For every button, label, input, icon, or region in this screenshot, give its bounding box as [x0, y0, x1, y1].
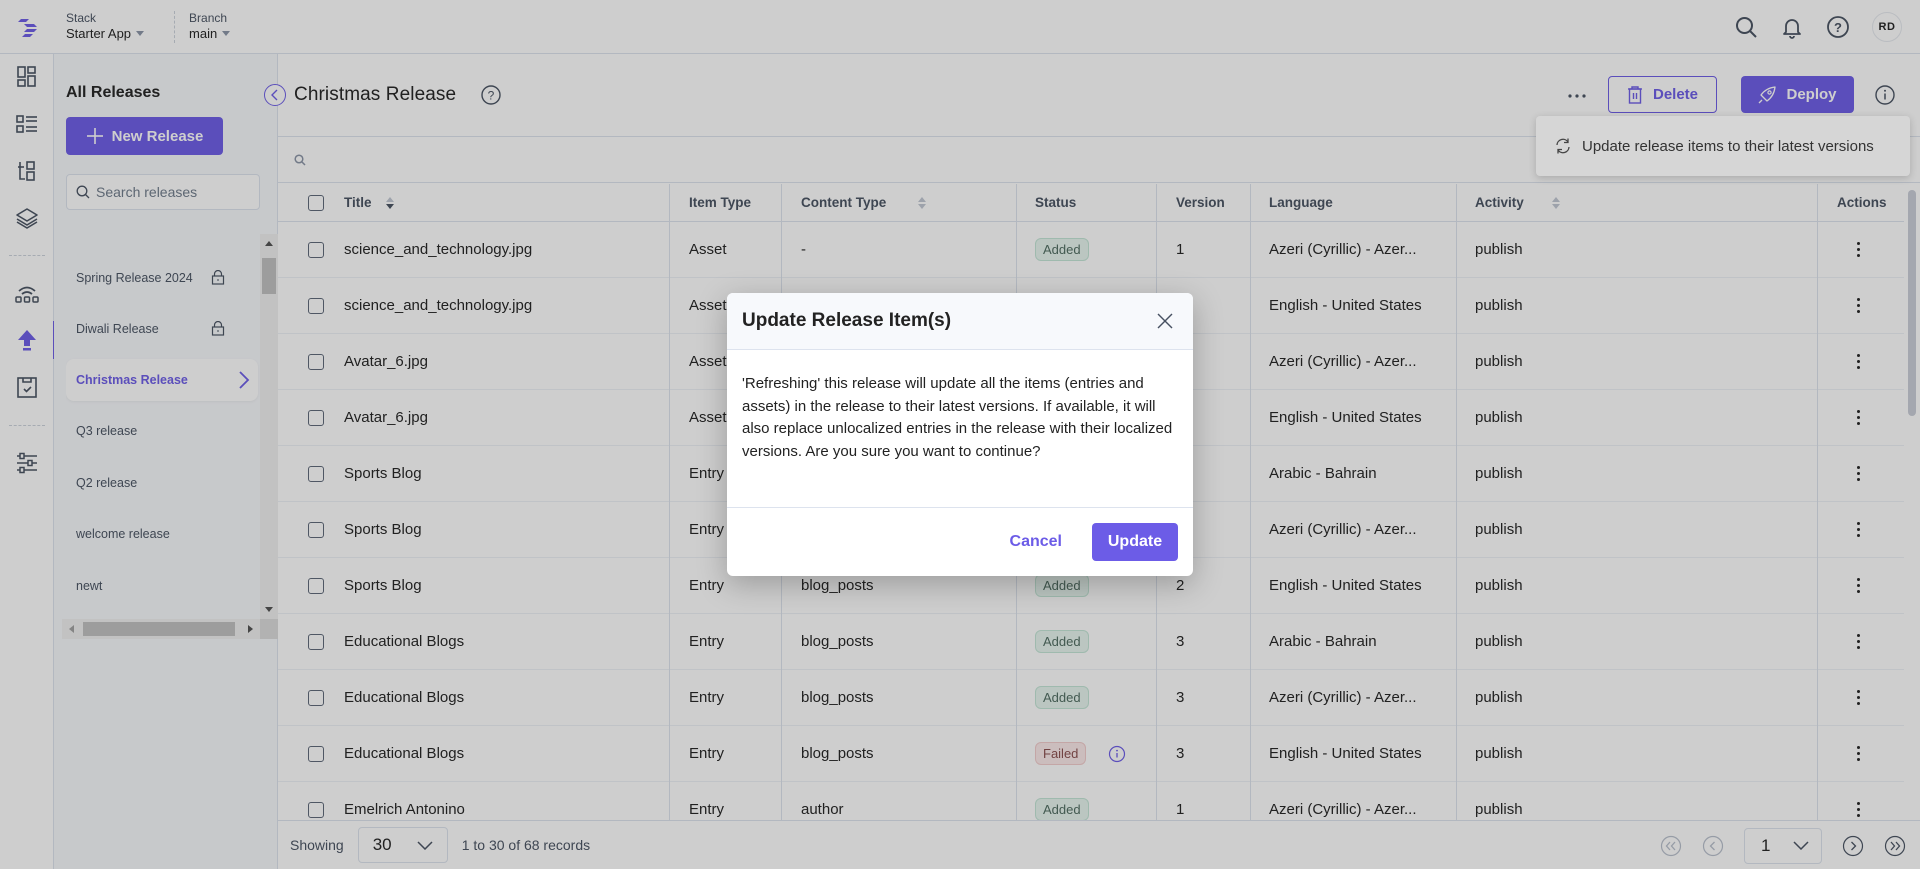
update-button[interactable]: Update — [1092, 522, 1178, 561]
close-icon — [1157, 313, 1173, 329]
modal-close-button[interactable] — [1155, 311, 1175, 331]
modal-title: Update Release Item(s) — [742, 310, 952, 331]
more-options-menu-item-update[interactable]: Update release items to their latest ver… — [1536, 116, 1910, 176]
update-release-items-modal: Update Release Item(s) 'Refreshing' this… — [727, 293, 1193, 576]
menu-item-label: Update release items to their latest ver… — [1582, 137, 1874, 155]
modal-header: Update Release Item(s) — [727, 293, 1193, 350]
cancel-button[interactable]: Cancel — [1010, 533, 1062, 551]
modal-body: 'Refreshing' this release will update al… — [727, 350, 1193, 508]
modal-footer: Cancel Update — [727, 508, 1193, 575]
refresh-icon — [1556, 138, 1570, 154]
